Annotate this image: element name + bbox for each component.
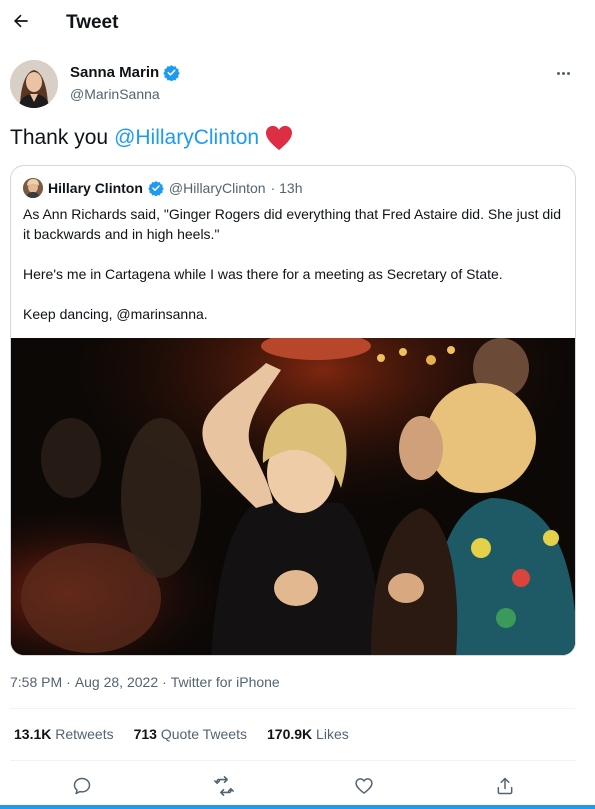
quoted-time[interactable]: · 13h: [271, 180, 303, 196]
verified-badge-icon: [148, 181, 164, 196]
quote-tweets-stat[interactable]: 713 Quote Tweets: [134, 726, 247, 742]
tweet-author: Sanna Marin @MarinSanna: [10, 60, 585, 112]
quoted-paragraph: As Ann Richards said, "Ginger Rogers did…: [23, 206, 562, 242]
retweet-button[interactable]: [212, 774, 236, 798]
quote-tweets-count: 713: [133, 726, 157, 742]
mention-link[interactable]: @HillaryClinton: [114, 126, 259, 150]
separator: ·: [66, 674, 71, 690]
likes-count: 170.9K: [267, 726, 313, 742]
arrow-left-icon: [13, 14, 28, 28]
divider: [10, 760, 575, 761]
tweet-timestamp: 7:58 PM · Aug 28, 2022 · Twitter for iPh…: [10, 674, 280, 690]
quoted-paragraph: Keep dancing, @marinsanna.: [23, 306, 208, 322]
divider: [10, 708, 575, 709]
back-button[interactable]: [10, 10, 32, 32]
more-horizontal-icon: [556, 71, 560, 75]
retweets-count: 13.1K: [14, 726, 52, 742]
likes-stat[interactable]: 170.9K Likes: [267, 726, 349, 742]
quote-tweets-label: Quote Tweets: [160, 726, 247, 742]
quoted-tweet-header: Hillary Clinton @HillaryClinton · 13h: [23, 178, 303, 198]
page-title: Tweet: [66, 12, 119, 33]
likes-label: Likes: [316, 726, 349, 742]
top-bar: Tweet: [0, 0, 595, 46]
author-name-text: Sanna Marin: [70, 64, 160, 81]
quoted-tweet-body: As Ann Richards said, "Ginger Rogers did…: [23, 204, 563, 344]
tweet-text: Thank you @HillaryClinton: [10, 125, 293, 151]
action-bar: [0, 770, 595, 802]
quoted-avatar[interactable]: [23, 178, 43, 198]
reply-icon: [73, 777, 91, 795]
tweet-time[interactable]: 7:58 PM: [10, 674, 62, 690]
tweet-date[interactable]: Aug 28, 2022: [75, 674, 158, 690]
share-icon: [497, 777, 513, 795]
share-button[interactable]: [493, 774, 517, 798]
tweet-source[interactable]: Twitter for iPhone: [171, 674, 280, 690]
separator: ·: [162, 674, 167, 690]
avatar[interactable]: [10, 60, 58, 108]
reply-button[interactable]: [70, 774, 94, 798]
quoted-author-name[interactable]: Hillary Clinton: [48, 180, 143, 196]
quoted-paragraph: Here's me in Cartagena while I was there…: [23, 266, 503, 282]
retweets-stat[interactable]: 13.1K Retweets: [14, 726, 114, 742]
quoted-photo[interactable]: [11, 338, 575, 655]
retweet-icon: [214, 776, 234, 796]
more-dot: [561, 71, 565, 75]
bottom-accent-bar: [0, 805, 595, 809]
more-options-button[interactable]: [553, 65, 573, 81]
like-icon: [355, 778, 373, 794]
tweet-text-prefix: Thank you: [10, 126, 109, 149]
quoted-author-handle: @HillaryClinton: [168, 180, 266, 196]
retweets-label: Retweets: [55, 726, 114, 742]
author-handle[interactable]: @MarinSanna: [70, 86, 160, 102]
quoted-tweet[interactable]: Hillary Clinton @HillaryClinton · 13h As…: [10, 165, 576, 656]
like-button[interactable]: [352, 774, 376, 798]
more-dot: [566, 71, 570, 75]
engagement-stats: 13.1K Retweets 713 Quote Tweets 170.9K L…: [14, 726, 349, 742]
verified-badge-icon: [163, 65, 180, 81]
red-heart-emoji-icon: [266, 125, 293, 151]
author-name[interactable]: Sanna Marin: [70, 64, 180, 81]
